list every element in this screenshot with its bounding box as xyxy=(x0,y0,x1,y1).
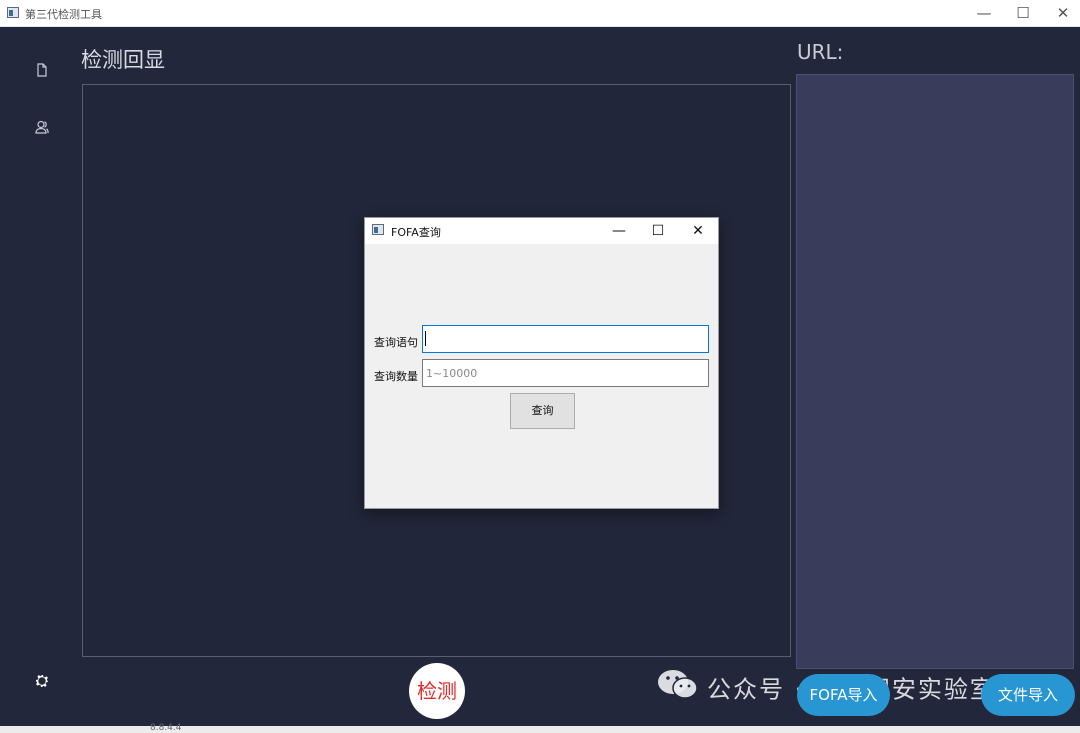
dialog-app-icon xyxy=(372,224,384,235)
users-icon[interactable] xyxy=(34,119,50,135)
query-statement-input[interactable] xyxy=(422,325,709,353)
text-caret xyxy=(425,331,426,346)
dialog-minimize-button[interactable]: — xyxy=(599,218,639,244)
file-import-button[interactable]: 文件导入 xyxy=(981,674,1075,716)
dialog-maximize-button[interactable]: ☐ xyxy=(638,218,678,244)
background-window-strip: 8.8.4.4 xyxy=(0,723,1080,733)
main-title-bar: 第三代检测工具 — ☐ ✕ xyxy=(0,0,1080,27)
url-input-area[interactable] xyxy=(796,74,1074,669)
close-button[interactable]: ✕ xyxy=(1043,0,1080,27)
app-icon xyxy=(7,7,19,18)
wechat-icon xyxy=(657,668,699,706)
dialog-title-bar: FOFA查询 — ☐ ✕ xyxy=(365,218,718,244)
gear-icon[interactable] xyxy=(34,673,50,689)
display-title: 检测回显 xyxy=(81,48,165,72)
query-submit-button[interactable]: 查询 xyxy=(510,393,575,429)
maximize-button[interactable]: ☐ xyxy=(1003,0,1043,27)
fofa-import-button[interactable]: FOFA导入 xyxy=(797,674,890,716)
query-count-input[interactable] xyxy=(422,359,709,387)
dialog-close-button[interactable]: ✕ xyxy=(678,218,718,244)
dialog-title: FOFA查询 xyxy=(391,226,441,239)
file-icon[interactable] xyxy=(34,62,50,78)
query-count-label: 查询数量 xyxy=(374,370,418,383)
window-title: 第三代检测工具 xyxy=(25,8,102,21)
query-statement-label: 查询语句 xyxy=(374,336,418,349)
background-text: 8.8.4.4 xyxy=(150,723,182,733)
detect-button[interactable]: 检测 xyxy=(409,663,465,719)
url-label: URL: xyxy=(797,40,844,64)
fofa-query-dialog: FOFA查询 — ☐ ✕ 查询语句 查询数量 查询 xyxy=(364,217,719,509)
minimize-button[interactable]: — xyxy=(964,0,1004,27)
